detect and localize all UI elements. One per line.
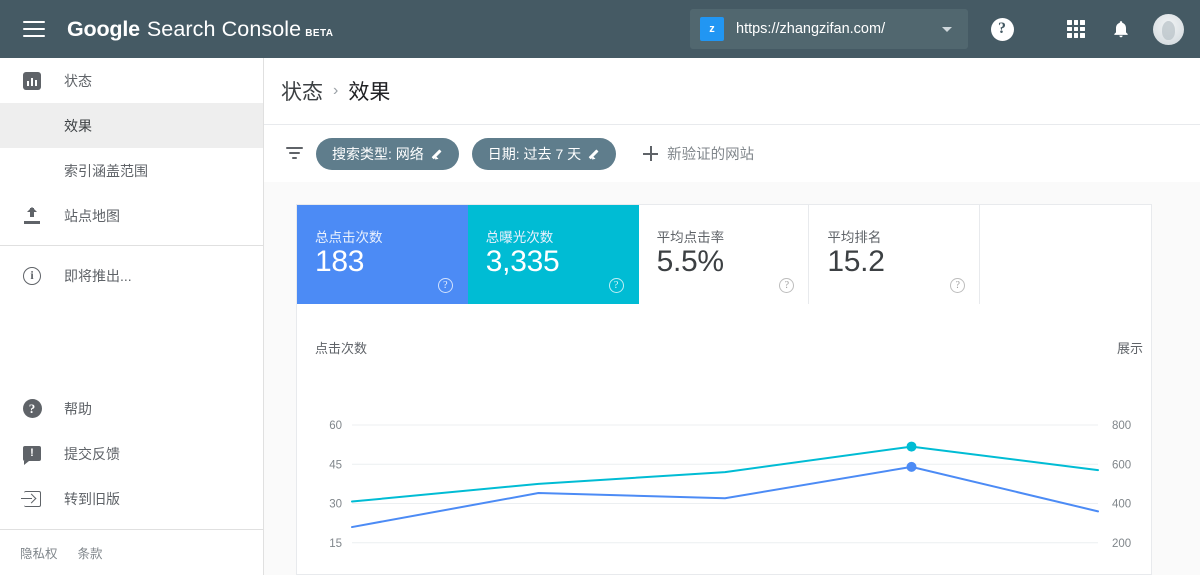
page-title: 效果 — [348, 81, 391, 104]
property-selector[interactable]: z https://zhangzifan.com/ — [690, 9, 968, 49]
filter-icon[interactable] — [286, 146, 303, 161]
add-new-verified-site-button[interactable]: 新验证的网站 — [643, 143, 754, 164]
metric-card-average-position[interactable]: 平均排名 15.2 ? — [809, 205, 981, 305]
sidebar-item-status[interactable]: 状态 — [0, 58, 263, 103]
breadcrumb-separator-icon: › — [333, 82, 339, 99]
exit-icon — [0, 490, 64, 507]
metric-value: 183 — [315, 245, 365, 278]
info-circle-icon: i — [0, 266, 64, 285]
avatar — [1152, 13, 1184, 45]
performance-chart-panel: 点击次数 展示 604530150 8006004002000 May 14, … — [296, 304, 1152, 575]
sidebar-item-label: 转到旧版 — [64, 490, 120, 507]
sidebar-item-help[interactable]: ? 帮助 — [0, 386, 264, 431]
sidebar: 状态 效果 索引涵盖范围 站点地图 i 即将推出... ? 帮助 ! 提交反馈 — [0, 58, 264, 575]
filter-chip-date[interactable]: 日期: 过去 7 天 — [471, 137, 617, 170]
google-apps-button[interactable] — [1058, 0, 1094, 58]
bar-chart-icon — [0, 71, 64, 90]
performance-line-chart[interactable]: 604530150 8006004002000 May 14, 2018Tue,… — [297, 304, 1153, 575]
sidebar-item-label: 提交反馈 — [64, 445, 120, 462]
upload-icon — [0, 206, 64, 225]
bell-icon — [1114, 21, 1128, 38]
svg-text:45: 45 — [329, 459, 342, 471]
sidebar-item-label: 索引涵盖范围 — [64, 162, 148, 179]
plus-icon — [643, 146, 659, 161]
sidebar-item-sitemaps[interactable]: 站点地图 — [0, 193, 263, 238]
filter-chip-label: 日期: 过去 7 天 — [487, 145, 582, 162]
metric-card-total-impressions[interactable]: 总曝光次数 3,335 ? — [467, 205, 639, 305]
sidebar-footer: 隐私权 条款 — [0, 529, 264, 575]
feedback-icon: ! — [0, 446, 64, 465]
svg-text:200: 200 — [1112, 538, 1131, 550]
chart-y-axis-right-ticks: 8006004002000 — [1112, 420, 1131, 550]
svg-text:800: 800 — [1112, 420, 1131, 432]
sidebar-item-label: 状态 — [64, 72, 92, 89]
breadcrumb: 状态 › 效果 — [264, 58, 1200, 124]
metric-label: 平均点击率 — [656, 230, 725, 245]
property-url-text: https://zhangzifan.com/ — [736, 21, 886, 37]
filter-bar: 搜索类型: 网络 日期: 过去 7 天 新验证的网站 — [264, 124, 1200, 182]
hamburger-icon[interactable] — [23, 21, 45, 37]
metric-value: 5.5% — [656, 245, 724, 278]
metric-label: 总曝光次数 — [485, 230, 554, 245]
svg-text:400: 400 — [1112, 499, 1131, 511]
chart-y-axis-left-ticks: 604530150 — [329, 420, 342, 550]
metric-help-icon[interactable]: ? — [608, 278, 624, 293]
top-app-bar: Google Search Console BETA z https://zha… — [0, 0, 1200, 58]
add-new-verified-site-label: 新验证的网站 — [667, 147, 755, 163]
metric-value: 15.2 — [827, 245, 885, 278]
notifications-button[interactable] — [1103, 0, 1139, 58]
site-favicon-icon: z — [700, 17, 724, 41]
sidebar-item-go-to-old-version[interactable]: 转到旧版 — [0, 476, 264, 521]
privacy-link[interactable]: 隐私权 — [20, 543, 58, 562]
sidebar-item-label: 即将推出... — [64, 267, 132, 284]
sidebar-item-label: 站点地图 — [64, 207, 120, 224]
metric-value: 3,335 — [485, 245, 560, 278]
metric-help-icon[interactable]: ? — [437, 278, 453, 293]
terms-link[interactable]: 条款 — [78, 543, 103, 562]
filter-chip-label: 搜索类型: 网络 — [332, 145, 424, 162]
help-circle-icon: ? — [0, 399, 64, 418]
metric-card-average-ctr[interactable]: 平均点击率 5.5% ? — [638, 205, 810, 305]
chart-data-point-markers[interactable] — [906, 441, 917, 472]
svg-text:600: 600 — [1112, 459, 1131, 471]
sidebar-item-index-coverage[interactable]: 索引涵盖范围 — [0, 148, 263, 193]
chart-gridlines — [352, 424, 1098, 544]
sidebar-item-label: 帮助 — [64, 400, 92, 417]
filter-chip-search-type[interactable]: 搜索类型: 网络 — [316, 137, 459, 170]
account-button[interactable] — [1148, 0, 1188, 58]
breadcrumb-parent[interactable]: 状态 — [281, 76, 323, 106]
sidebar-item-performance[interactable]: 效果 — [0, 103, 263, 148]
svg-text:60: 60 — [329, 420, 342, 432]
metric-help-icon[interactable]: ? — [950, 278, 966, 293]
chart-series-lines — [351, 445, 1099, 529]
app-brand: Google Search Console BETA — [67, 17, 333, 42]
pencil-icon[interactable] — [590, 147, 603, 160]
sidebar-item-coming-soon[interactable]: i 即将推出... — [0, 253, 263, 298]
metric-help-icon[interactable]: ? — [779, 278, 795, 293]
metric-card-strip: 总点击次数 183 ? 总曝光次数 3,335 ? 平均点击率 5.5% ? 平… — [296, 204, 1152, 305]
brand-beta-badge: BETA — [305, 27, 334, 39]
sidebar-item-send-feedback[interactable]: ! 提交反馈 — [0, 431, 264, 476]
metric-label: 平均排名 — [827, 230, 882, 245]
metric-label: 总点击次数 — [315, 230, 383, 245]
main-content: 状态 › 效果 搜索类型: 网络 日期: 过去 7 天 新验证的网站 总点击次数… — [264, 58, 1200, 575]
help-button[interactable]: ? — [984, 0, 1020, 58]
metric-card-total-clicks[interactable]: 总点击次数 183 ? — [297, 205, 468, 305]
sidebar-divider — [0, 245, 263, 246]
pencil-icon[interactable] — [433, 147, 446, 160]
metric-card-empty-slot — [980, 205, 1151, 305]
sidebar-item-label: 效果 — [64, 117, 92, 134]
apps-grid-icon — [1067, 20, 1085, 38]
brand-search-console: Search Console — [146, 16, 302, 41]
svg-text:30: 30 — [329, 499, 342, 511]
brand-google: Google — [67, 16, 140, 41]
chevron-down-icon[interactable] — [942, 26, 952, 32]
svg-text:15: 15 — [329, 538, 342, 550]
help-icon: ? — [990, 17, 1014, 41]
